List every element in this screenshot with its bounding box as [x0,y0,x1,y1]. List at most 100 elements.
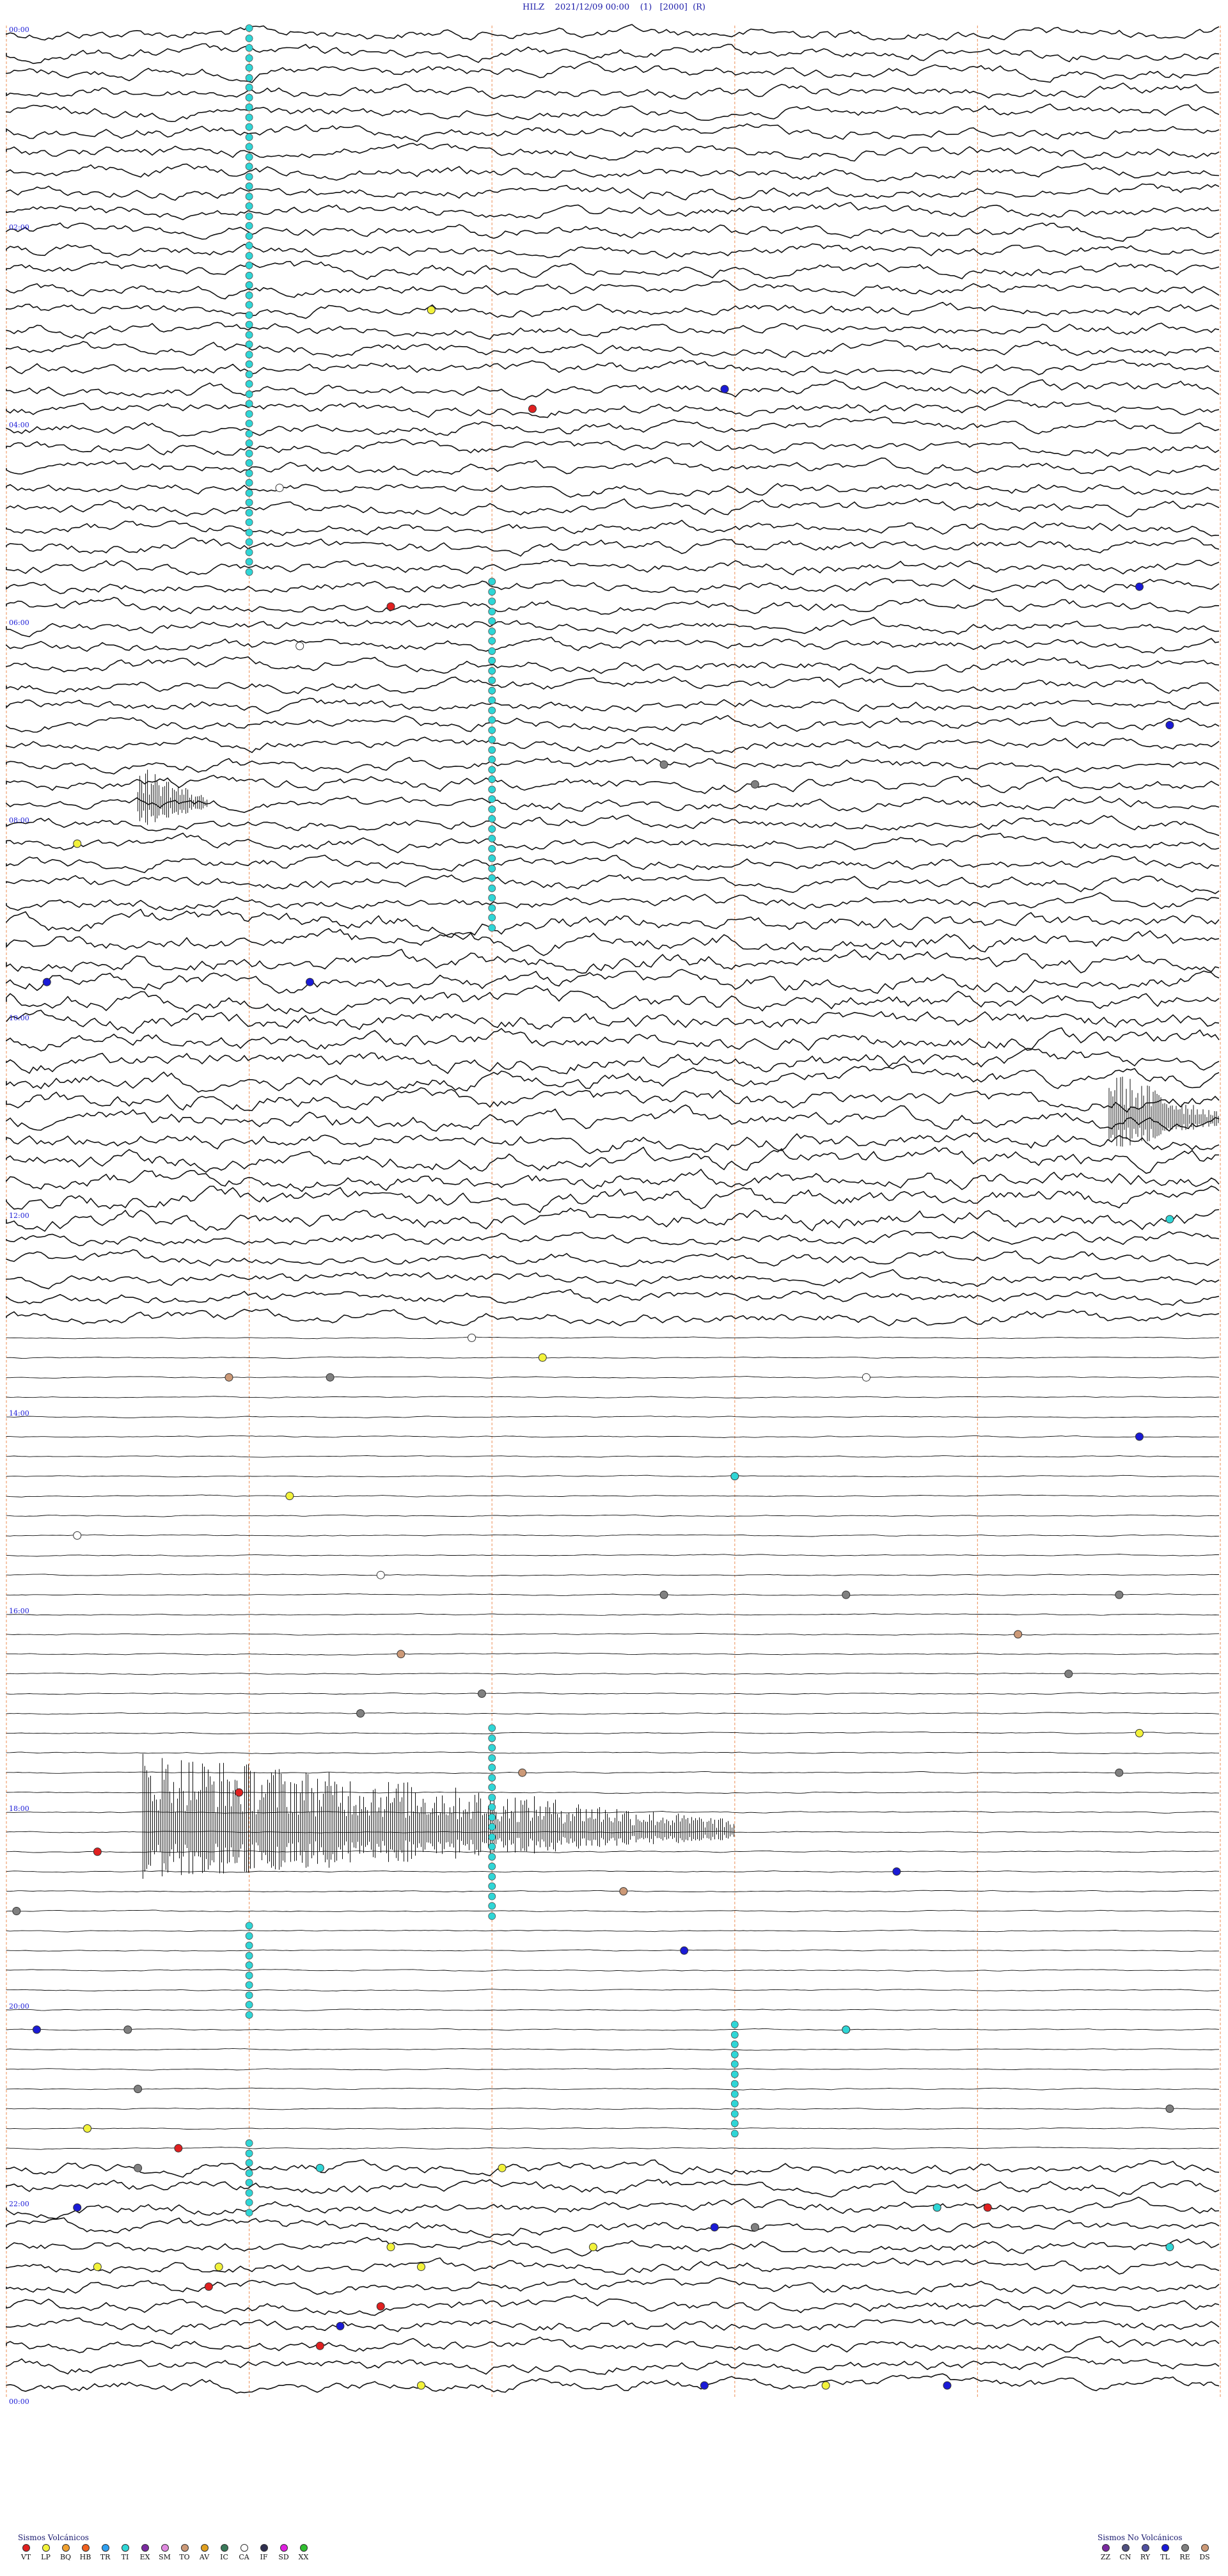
trace-row [6,578,1220,594]
event-marker [73,1531,82,1540]
event-column-dot [488,815,496,823]
event-marker [750,780,759,789]
trace-row [6,1929,1220,1932]
legend-dot-icon [61,2544,70,2552]
event-marker [1165,721,1174,729]
time-label: 08:00 [9,816,29,825]
trace-row [6,676,1220,695]
event-marker [498,2163,507,2172]
legend-nonvolcanic-zz: ZZ [1098,2544,1114,2561]
trace-row [6,222,1220,242]
event-column-dot [488,1912,496,1920]
trace-row [6,1771,1220,1774]
event-column-dot [730,2090,739,2098]
event-column-dot [245,193,253,201]
legend-code: TI [121,2553,129,2561]
event-marker [134,2163,143,2172]
trace-row [6,2147,1220,2150]
event-column-dot [730,2119,739,2128]
event-column-dot [245,528,253,537]
event-column-dot [245,133,253,141]
legend-code: SD [278,2553,289,2561]
legend-dot-icon [220,2544,228,2552]
time-label: 14:00 [9,1409,29,1418]
trace-row [6,519,1220,537]
trace-row [6,1652,1220,1655]
legend-code: BQ [59,2553,72,2561]
helicorder-plot: 00:00 02:00 04:00 06:00 08:00 10:00 12:00 14:00… [6,24,1221,2406]
seismic-traces [6,24,1220,2394]
event-column-dot [488,904,496,912]
legend-nonvolcanic-re: RE [1177,2544,1193,2561]
event-column-dot [245,390,253,399]
time-label: 12:00 [9,1212,29,1220]
event-marker [73,2203,82,2212]
legend-dot-icon [279,2544,288,2552]
event-marker [42,977,51,986]
trace-row [6,874,1220,894]
trace-row [6,2028,1220,2031]
trace-row [6,1811,1220,1814]
event-column-dot [245,478,253,487]
trace-row [6,1146,1220,1174]
event-marker [659,760,668,769]
event-marker [588,2243,597,2252]
trace-row [6,908,1220,938]
event-marker [134,2085,143,2094]
trace-row [6,143,1220,162]
legend-dot-icon [200,2544,209,2552]
event-marker [1165,2243,1174,2252]
time-label: 00:00 [9,26,29,34]
trace-row [6,1850,1220,1853]
event-marker [275,484,284,493]
legend-volcanic-vt: VT [18,2544,34,2561]
event-column-dot [245,538,253,546]
trace-row [6,2217,1220,2238]
event-column-dot [245,489,253,497]
trace-row [6,1087,1220,1113]
legend-dot-icon [1181,2544,1189,2552]
legend-code: RY [1140,2553,1151,2561]
event-marker [730,1472,739,1481]
legend-code: IF [260,2553,268,2561]
event-column-dot [245,450,253,457]
trace-row [6,1356,1220,1359]
legend-nonvolcanic-title: Sismos No Volcánicos [1098,2533,1183,2542]
trace-row [6,399,1220,418]
event-marker [427,306,436,315]
event-column-dot [730,2030,739,2039]
trace-row [6,2295,1220,2316]
trace-row [6,2067,1220,2071]
trace-row [6,1435,1219,1438]
event-marker [659,1590,668,1599]
event-column-dot [245,24,253,32]
trace-row [6,201,1220,221]
legend-dot-icon [141,2544,149,2552]
legend-dot-icon [1101,2544,1110,2552]
legend-volcanic-av: AV [196,2544,212,2561]
time-label: 16:00 [9,1607,29,1615]
trace-row [6,656,1220,674]
event-marker [32,2025,41,2034]
legend-dot-icon [42,2544,50,2552]
event-column-dot [488,1902,496,1910]
trace-row [6,359,1220,376]
trace-row [6,617,1220,638]
event-column-dot [245,2001,253,2009]
trace-row [6,1613,1220,1616]
trace-row [6,416,1220,437]
event-column-dot [730,2060,739,2068]
trace-row [6,1289,1220,1306]
legend-dot-icon [1200,2544,1209,2552]
trace-row [6,928,1220,956]
event-column-dot [245,261,253,269]
trace-row [6,1890,1220,1893]
event-marker [1165,1215,1174,1224]
event-marker [468,1333,476,1342]
event-column-dot [245,2199,253,2206]
trace-row [6,985,1220,1016]
event-column-dot [488,1862,496,1870]
event-column-dot [245,469,253,477]
event-column-dot [245,518,253,526]
trace-row [6,2048,1220,2051]
